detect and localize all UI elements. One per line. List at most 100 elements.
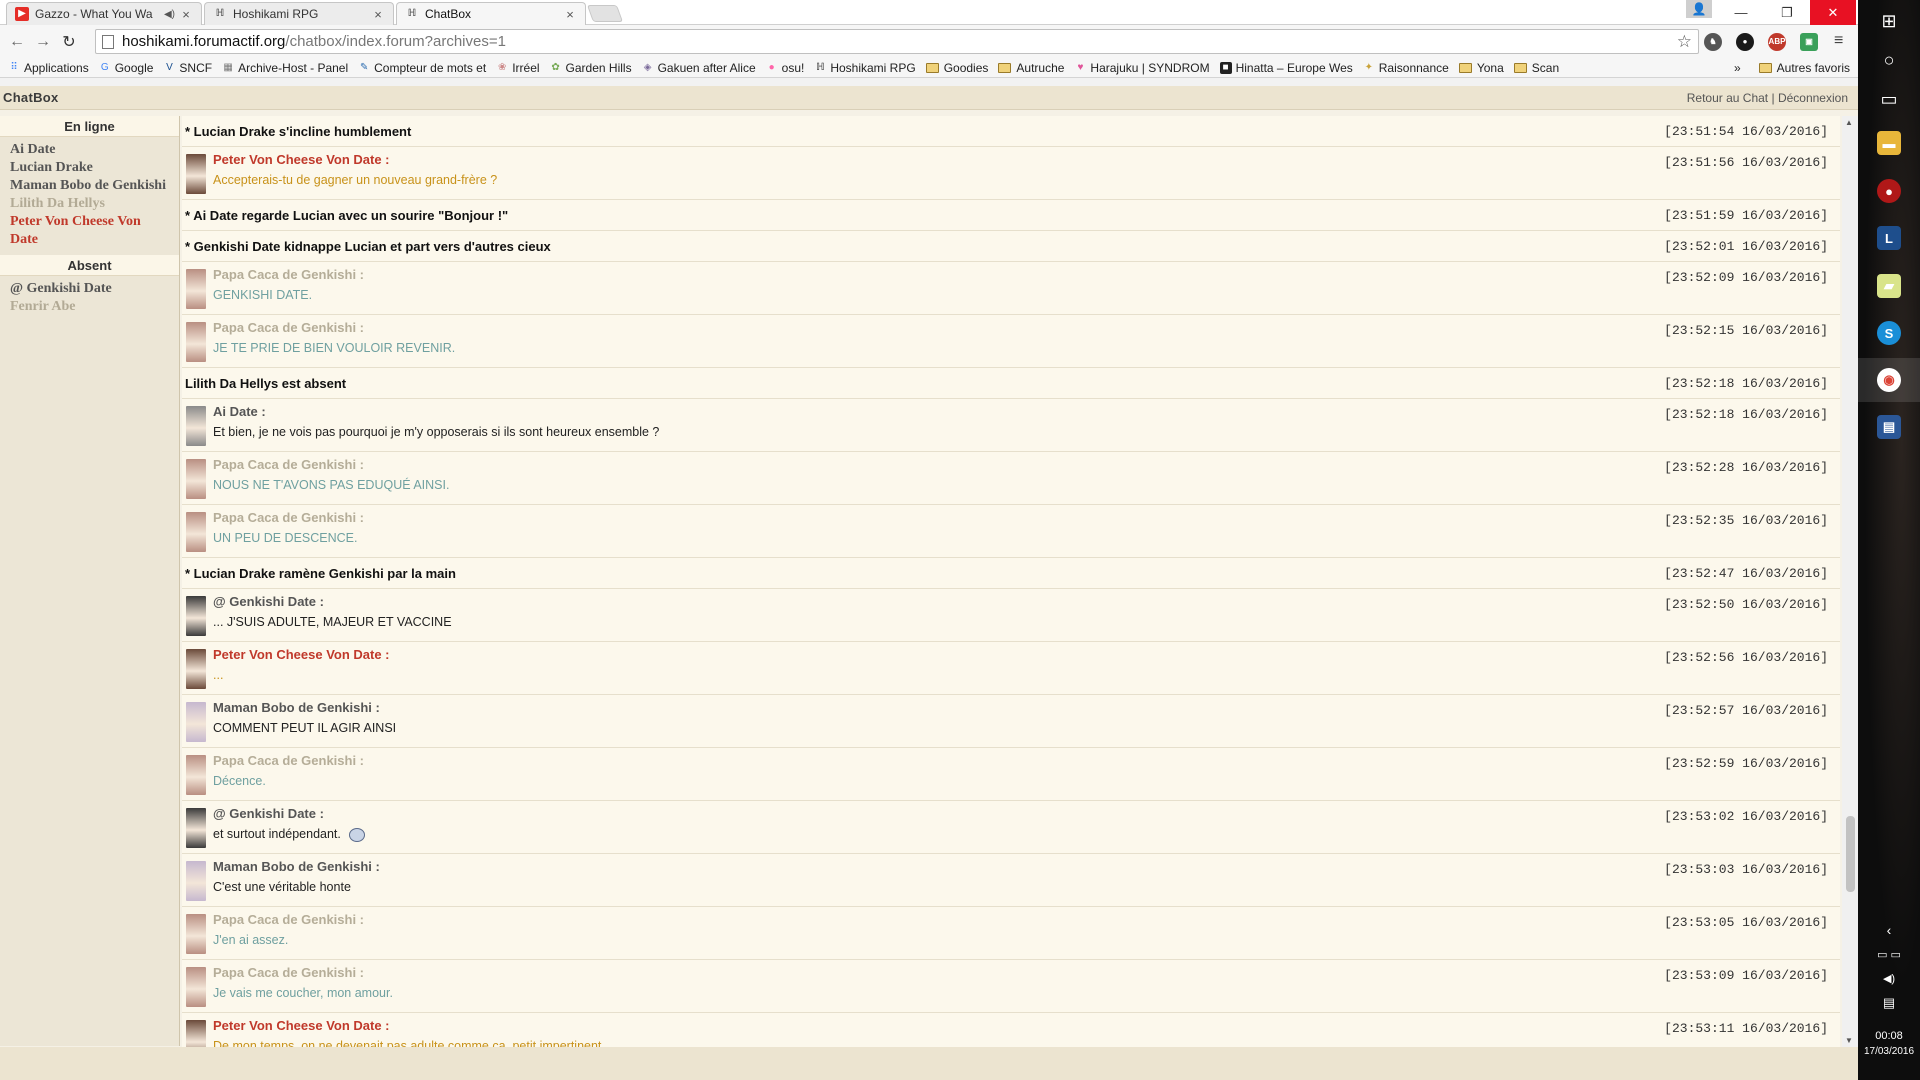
message-author[interactable]: Papa Caca de Genkishi :: [213, 457, 364, 472]
message-author[interactable]: @ Genkishi Date :: [213, 594, 324, 609]
avatar[interactable]: [186, 861, 206, 901]
other-bookmarks-button[interactable]: Autres favoris: [1758, 61, 1850, 75]
bookmark-item[interactable]: ▦ Archive-Host - Panel: [222, 61, 348, 75]
tab-hoshikami[interactable]: ℍ Hoshikami RPG ×: [204, 2, 394, 25]
address-bar[interactable]: hoshikami.forumactif.org /chatbox/index.…: [95, 29, 1699, 54]
bookmark-item[interactable]: ✦ Raisonnance: [1363, 61, 1449, 75]
bookmark-item[interactable]: ■ Hinatta – Europe Wes: [1219, 61, 1353, 75]
sidebar-user[interactable]: Fenrir Abe: [10, 298, 169, 316]
bookmark-item[interactable]: ● osu!: [766, 61, 805, 75]
message-author[interactable]: Peter Von Cheese Von Date :: [213, 647, 390, 662]
extension-icon[interactable]: ▣: [1800, 33, 1818, 51]
bookmark-item[interactable]: ⠿ Applications: [8, 61, 88, 75]
clock-time[interactable]: 00:08: [1858, 1030, 1920, 1042]
bookmark-star-icon[interactable]: ☆: [1677, 32, 1692, 52]
minimize-button[interactable]: —: [1718, 0, 1764, 25]
close-icon[interactable]: ×: [371, 7, 385, 22]
message-author[interactable]: Papa Caca de Genkishi :: [213, 267, 364, 282]
message-author[interactable]: Papa Caca de Genkishi :: [213, 965, 364, 980]
bookmark-item[interactable]: G Google: [99, 61, 154, 75]
message-author[interactable]: Papa Caca de Genkishi :: [213, 753, 364, 768]
avatar[interactable]: [186, 269, 206, 309]
avatar[interactable]: [186, 649, 206, 689]
message-author[interactable]: Maman Bobo de Genkishi :: [213, 859, 380, 874]
message-author[interactable]: Maman Bobo de Genkishi :: [213, 700, 380, 715]
avatar[interactable]: [186, 808, 206, 848]
close-icon[interactable]: ×: [563, 7, 577, 22]
folder-app-icon[interactable]: ▰: [1877, 274, 1901, 298]
bookmark-item[interactable]: V SNCF: [163, 61, 212, 75]
app-icon[interactable]: ●: [1877, 179, 1901, 203]
profile-icon[interactable]: 👤: [1686, 0, 1712, 18]
avatar[interactable]: [186, 322, 206, 362]
extension-icon[interactable]: ●: [1736, 33, 1754, 51]
cortana-icon[interactable]: ○: [1869, 43, 1909, 77]
chrome-icon[interactable]: ◉: [1877, 368, 1901, 392]
bookmark-item[interactable]: ◈ Gakuen after Alice: [642, 61, 756, 75]
sidebar-user[interactable]: Lilith Da Hellys: [10, 195, 169, 213]
close-window-button[interactable]: ✕: [1810, 0, 1856, 25]
avatar[interactable]: [186, 914, 206, 954]
avatar[interactable]: [186, 459, 206, 499]
bookmark-item[interactable]: ✿ Garden Hills: [550, 61, 631, 75]
sidebar-user[interactable]: Lucian Drake: [10, 159, 169, 177]
sidebar-user[interactable]: Ai Date: [10, 141, 169, 159]
scroll-down-icon[interactable]: ▼: [1845, 1036, 1853, 1045]
network-icon[interactable]: ▭ ▭: [1858, 948, 1920, 961]
avatar[interactable]: [186, 596, 206, 636]
bookmark-item[interactable]: ✎ Compteur de mots et: [358, 61, 486, 75]
forward-icon[interactable]: →: [30, 33, 56, 51]
message-author[interactable]: Papa Caca de Genkishi :: [213, 510, 364, 525]
file-explorer-icon[interactable]: ▬: [1877, 131, 1901, 155]
logout-link[interactable]: Déconnexion: [1778, 91, 1848, 105]
notification-icon[interactable]: ▤: [1858, 995, 1920, 1011]
bookmark-item[interactable]: Scan: [1513, 61, 1559, 75]
scroll-up-icon[interactable]: ▲: [1845, 118, 1853, 127]
menu-icon[interactable]: ≡: [1834, 32, 1843, 50]
reload-icon[interactable]: ↻: [56, 32, 82, 52]
message-author[interactable]: Peter Von Cheese Von Date :: [213, 1018, 390, 1033]
avatar[interactable]: [186, 512, 206, 552]
avatar[interactable]: [186, 154, 206, 194]
message-author[interactable]: Ai Date :: [213, 404, 266, 419]
league-icon[interactable]: L: [1877, 226, 1901, 250]
bookmark-item[interactable]: ❀ Irréel: [496, 61, 540, 75]
bookmark-item[interactable]: Autruche: [998, 61, 1064, 75]
back-icon[interactable]: ←: [4, 33, 30, 51]
bookmark-item[interactable]: Yona: [1458, 61, 1504, 75]
more-bookmarks-button[interactable]: »: [1734, 61, 1741, 75]
scroll-thumb[interactable]: [1846, 816, 1855, 892]
message-author[interactable]: @ Genkishi Date :: [213, 806, 324, 821]
chat-message: Maman Bobo de Genkishi : COMMENT PEUT IL …: [182, 695, 1840, 748]
bookmark-item[interactable]: ♥ Harajuku | SYNDROM: [1074, 61, 1209, 75]
sidebar-user[interactable]: @ Genkishi Date: [10, 280, 169, 298]
task-view-icon[interactable]: ▭: [1869, 82, 1909, 116]
sidebar-user[interactable]: Peter Von Cheese Von Date: [10, 213, 169, 249]
skype-icon[interactable]: S: [1877, 321, 1901, 345]
message-author[interactable]: Papa Caca de Genkishi :: [213, 912, 364, 927]
adblock-icon[interactable]: ABP: [1768, 33, 1786, 51]
new-tab-button[interactable]: [586, 5, 624, 22]
message-author[interactable]: Peter Von Cheese Von Date :: [213, 152, 390, 167]
tab-youtube[interactable]: ▶ Gazzo - What You Wa ◀) ×: [6, 2, 202, 25]
volume-icon[interactable]: ◀): [1858, 972, 1920, 985]
bookmark-item[interactable]: ℍ Hoshikami RPG: [814, 61, 916, 75]
sidebar-user[interactable]: Maman Bobo de Genkishi: [10, 177, 169, 195]
windows-start-icon[interactable]: ⊞: [1869, 4, 1909, 38]
avatar[interactable]: [186, 1020, 206, 1047]
avatar[interactable]: [186, 755, 206, 795]
bookmark-item[interactable]: Goodies: [925, 61, 988, 75]
document-icon[interactable]: ▤: [1877, 415, 1901, 439]
tab-chatbox[interactable]: ℍ ChatBox ×: [396, 2, 586, 25]
avatar[interactable]: [186, 406, 206, 446]
back-to-chat-link[interactable]: Retour au Chat: [1687, 91, 1768, 105]
scrollbar[interactable]: ▲ ▼: [1842, 116, 1858, 1047]
clock-date[interactable]: 17/03/2016: [1858, 1046, 1920, 1057]
extension-icon[interactable]: ♞: [1704, 33, 1722, 51]
avatar[interactable]: [186, 967, 206, 1007]
message-author[interactable]: Papa Caca de Genkishi :: [213, 320, 364, 335]
restore-button[interactable]: ❐: [1764, 0, 1810, 25]
avatar[interactable]: [186, 702, 206, 742]
chevron-up-icon[interactable]: ‹: [1858, 922, 1920, 938]
close-icon[interactable]: ×: [179, 7, 193, 22]
